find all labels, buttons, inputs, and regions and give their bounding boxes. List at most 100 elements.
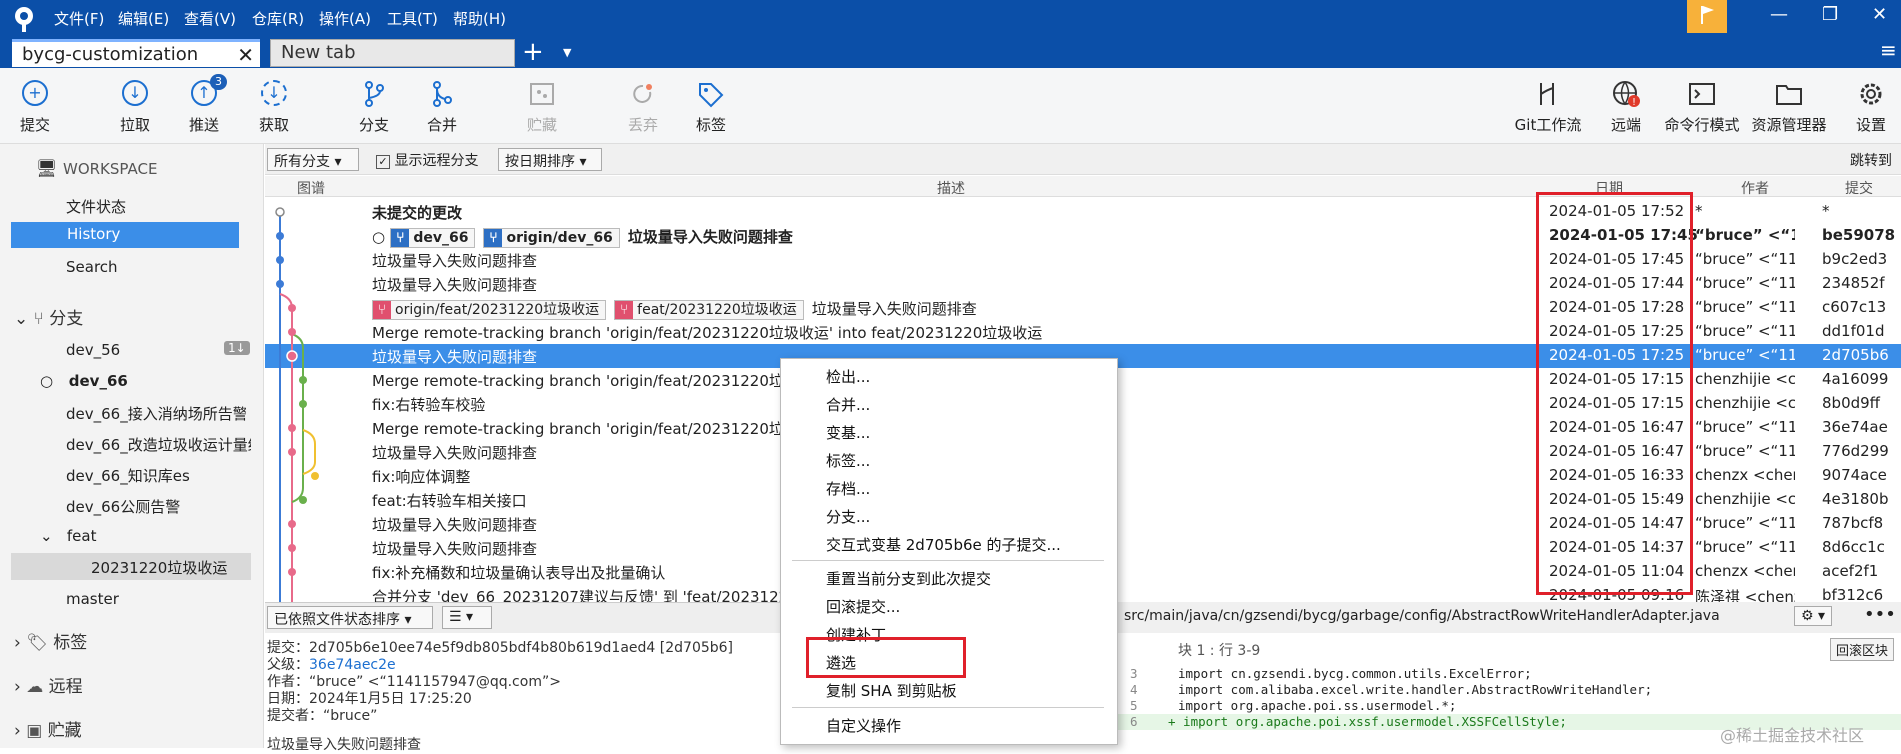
sidebar-folder-feat[interactable]: ⌄ feat — [40, 527, 240, 545]
branch-label-tag[interactable]: ⑂ dev_66 — [390, 228, 476, 248]
menu-item-checkout[interactable]: 检出... — [826, 366, 870, 387]
branch-label-text: origin/feat/20231220垃圾收运 — [395, 302, 600, 318]
branch-label-tag[interactable]: ⑂ origin/dev_66 — [483, 228, 620, 248]
checkbox-icon: ✓ — [376, 155, 390, 169]
branch-filter-value: 所有分支 — [274, 154, 330, 170]
remote-button[interactable]: ! 远端 — [1591, 80, 1661, 135]
commit-hash: 234852f — [1822, 274, 1885, 292]
menu-edit[interactable]: 编辑(E) — [118, 8, 169, 29]
commit-author: chenzx <chenzex — [1695, 466, 1795, 484]
add-tab-icon[interactable]: + — [522, 37, 544, 67]
settings-button[interactable]: 设置 — [1836, 80, 1901, 135]
jump-to-label[interactable]: 跳转到 — [1850, 150, 1892, 170]
commit-hash: be59078 — [1822, 226, 1896, 244]
sidebar-item-branch-dev66[interactable]: ○ dev_66 — [40, 372, 240, 390]
menu-help[interactable]: 帮助(H) — [453, 8, 506, 29]
sidebar-item-branch-feat[interactable]: 20231220垃圾收运 — [11, 553, 251, 580]
branch-label: 分支 — [358, 116, 389, 134]
fetch-button[interactable]: ↓ 获取 — [239, 80, 309, 135]
graph-node — [288, 328, 296, 336]
sidebar-item-branch[interactable]: dev_66_接入消纳场所告警 — [66, 403, 246, 424]
pull-button[interactable]: ↓ 拉取 — [100, 80, 170, 135]
menu-item-copy-sha[interactable]: 复制 SHA 到剪贴板 — [826, 680, 957, 701]
sidebar-item-branch[interactable]: dev_66_知识库es — [66, 465, 246, 486]
flag-icon[interactable] — [1687, 0, 1727, 33]
commit-hash: 8d6cc1c — [1822, 538, 1885, 556]
terminal-button[interactable]: 命令行模式 — [1664, 80, 1740, 135]
menu-item-custom-actions[interactable]: 自定义操作 — [826, 715, 901, 736]
branch-label-tag[interactable]: ⑂ origin/feat/20231220垃圾收运 — [372, 300, 607, 320]
commit-author: “bruce” <“114115 — [1695, 322, 1795, 340]
branch-filter-select[interactable]: 所有分支 ▾ — [267, 148, 359, 171]
menu-actions[interactable]: 操作(A) — [319, 8, 371, 29]
stash-button[interactable]: 贮藏 — [507, 80, 577, 135]
chevron-down-icon: ⌄ — [14, 309, 29, 329]
column-description[interactable]: 描述 — [937, 178, 965, 198]
show-remote-checkbox[interactable]: ✓ 显示远程分支 — [376, 150, 478, 170]
file-sort-select[interactable]: 已依照文件状态排序 ▾ — [267, 606, 433, 629]
sidebar-item-branch-dev56[interactable]: dev_56 1↓ — [66, 341, 250, 359]
menu-item-branch[interactable]: 分支... — [826, 506, 870, 527]
menu-icon[interactable]: ≡ — [1880, 38, 1897, 62]
sidebar-item-branch-master[interactable]: master — [66, 590, 246, 608]
sidebar-item-search[interactable]: Search — [66, 258, 256, 276]
minimize-icon[interactable]: — — [1770, 4, 1788, 25]
sort-select[interactable]: 按日期排序 ▾ — [498, 148, 602, 171]
gitflow-button[interactable]: Git工作流 — [1513, 80, 1583, 135]
menu-view[interactable]: 查看(V) — [184, 8, 236, 29]
explorer-button[interactable]: 资源管理器 — [1748, 80, 1830, 135]
menu-item-archive[interactable]: 存档... — [826, 478, 870, 499]
close-icon[interactable]: ✕ — [237, 43, 254, 67]
graph-node — [276, 256, 284, 264]
chevron-down-icon[interactable]: ▼ — [563, 46, 571, 59]
menu-item-merge[interactable]: 合并... — [826, 394, 870, 415]
sidebar-item-history[interactable]: History — [11, 222, 239, 248]
close-window-icon[interactable]: ✕ — [1872, 4, 1887, 25]
branch-label-tag[interactable]: ⑂ feat/20231220垃圾收运 — [614, 300, 804, 320]
line-text: import cn.gzsendi.bycg.common.utils.Exce… — [1178, 666, 1532, 681]
commit-button[interactable]: + 提交 — [0, 80, 70, 135]
stashes-header[interactable]: › ▣ 贮藏 — [14, 716, 214, 741]
discard-button[interactable]: 丢弃 — [608, 80, 678, 135]
menu-file[interactable]: 文件(F) — [54, 8, 104, 29]
menu-item-reset[interactable]: 重置当前分支到此次提交 — [826, 568, 991, 589]
fetch-icon: ↓ — [261, 80, 287, 106]
branches-header[interactable]: ⌄ ⑂ 分支 — [14, 304, 214, 329]
svg-text:!: ! — [1632, 97, 1636, 108]
maximize-icon[interactable]: ❐ — [1822, 4, 1838, 25]
menu-item-interactive-rebase[interactable]: 交互式变基 2d705b6e 的子提交... — [826, 534, 1061, 555]
tab-active[interactable]: bycg-customization ✕ — [12, 39, 260, 67]
graph-node — [286, 350, 298, 362]
tag-button[interactable]: 标签 — [676, 80, 746, 135]
list-view-select[interactable]: ☰ ▾ — [442, 606, 492, 629]
revert-hunk-button[interactable]: 回滚区块 — [1830, 638, 1895, 661]
column-graph[interactable]: 图谱 — [297, 178, 325, 198]
more-icon[interactable]: ••• — [1864, 604, 1896, 625]
column-author[interactable]: 作者 — [1741, 178, 1769, 198]
commit-desc: 垃圾量导入失败问题排查 — [372, 444, 538, 462]
column-commit[interactable]: 提交 — [1845, 178, 1873, 198]
stashes-label: 贮藏 — [47, 721, 82, 741]
sidebar-item-file-status[interactable]: 文件状态 — [66, 196, 256, 217]
menu-item-tag[interactable]: 标签... — [826, 450, 870, 471]
menu-separator — [792, 560, 1104, 561]
commit-desc: fix:补充桶数和垃圾量确认表导出及批量确认 — [372, 564, 666, 582]
workspace-header[interactable]: 🖥 WORKSPACE — [36, 159, 236, 179]
menu-tools[interactable]: 工具(T) — [387, 8, 438, 29]
plus-icon: + — [22, 80, 48, 106]
sidebar-item-branch[interactable]: dev_66_改造垃圾收运计量统 — [66, 434, 251, 455]
menu-item-rebase[interactable]: 变基... — [826, 422, 870, 443]
tags-label: 标签 — [53, 633, 88, 653]
remotes-header[interactable]: › ☁ 远程 — [14, 672, 214, 697]
menu-repository[interactable]: 仓库(R) — [252, 8, 304, 29]
tags-header[interactable]: › 🏷 标签 — [14, 628, 214, 653]
gear-dropdown[interactable]: ⚙ ▾ — [1794, 606, 1833, 626]
tab-new[interactable]: New tab — [270, 39, 515, 67]
branch-button[interactable]: 分支 — [339, 80, 409, 135]
push-button[interactable]: ↑ 3 推送 — [169, 74, 239, 135]
branch-icon: ⑂ — [615, 301, 634, 319]
sidebar-item-branch[interactable]: dev_66公厕告警 — [66, 496, 246, 517]
menu-item-revert[interactable]: 回滚提交... — [826, 596, 900, 617]
commit-author: chenzx <chenzex — [1695, 562, 1795, 580]
merge-button[interactable]: 合并 — [407, 80, 477, 135]
